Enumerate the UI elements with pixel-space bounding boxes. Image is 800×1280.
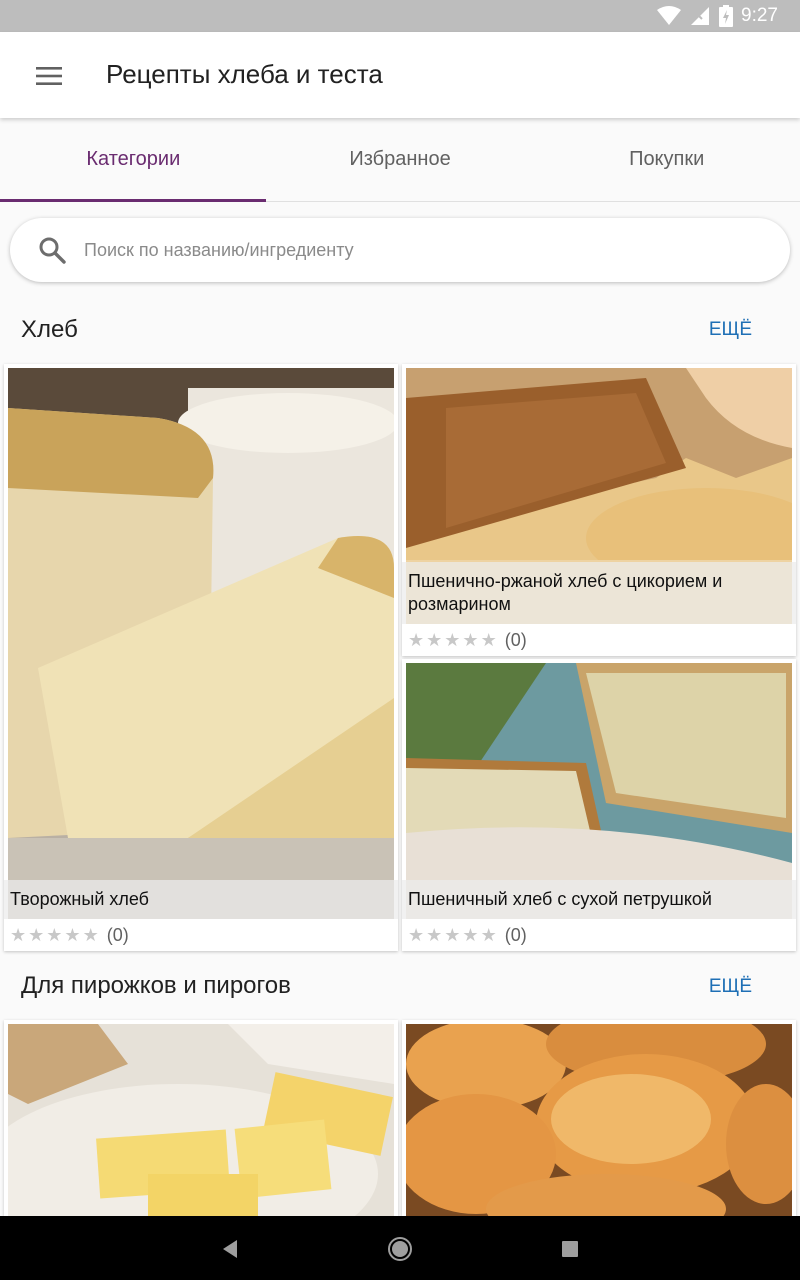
signal-icon	[691, 7, 710, 25]
recents-icon	[562, 1241, 578, 1257]
back-button[interactable]	[213, 1232, 247, 1266]
back-icon	[223, 1240, 237, 1258]
rating-count-2: (0)	[504, 629, 527, 650]
tab-categories[interactable]: Категории	[0, 118, 267, 201]
app-bar: Рецепты хлеба и теста	[0, 32, 800, 118]
star-icon: ★	[10, 925, 27, 945]
more-link-bread[interactable]: ЕЩЁ	[709, 319, 752, 341]
recipe-image-5	[406, 1024, 792, 1216]
home-button[interactable]	[383, 1232, 417, 1266]
tab-shopping-label: Покупки	[629, 148, 705, 170]
status-bar: 9:27	[0, 0, 800, 32]
recipe-title-3: Пшеничный хлеб с сухой петрушкой	[402, 880, 796, 919]
search-input[interactable]	[84, 232, 744, 268]
system-nav-bar	[0, 1216, 800, 1280]
recipe-title-2: Пшенично-ржаной хлеб с цикорием и розмар…	[402, 562, 796, 624]
rating-count-1: (0)	[106, 924, 129, 945]
recipe-card-5[interactable]	[402, 1020, 796, 1216]
star-icon: ★	[64, 925, 81, 945]
wifi-icon	[657, 6, 682, 25]
recipe-card-1[interactable]: Творожный хлеб ★ ★ ★ ★ ★ (0)	[4, 364, 398, 951]
recents-button[interactable]	[553, 1232, 587, 1266]
star-icon: ★	[46, 925, 63, 945]
tab-shopping[interactable]: Покупки	[533, 118, 800, 201]
star-icon: ★	[426, 925, 443, 945]
star-icon: ★	[480, 925, 497, 945]
star-icon: ★	[444, 630, 461, 650]
recipe-card-2[interactable]: Пшенично-ржаной хлеб с цикорием и розмар…	[402, 364, 796, 656]
search-bar[interactable]	[10, 218, 790, 282]
tab-categories-label: Категории	[86, 148, 181, 170]
tab-bar: Категории Избранное Покупки	[0, 118, 800, 202]
star-icon: ★	[444, 925, 461, 945]
app-title: Рецепты хлеба и теста	[106, 59, 383, 89]
recipe-image-4	[8, 1024, 394, 1216]
star-icon: ★	[28, 925, 45, 945]
menu-icon	[36, 67, 62, 85]
status-icons: 9:27	[657, 4, 778, 28]
star-icon: ★	[82, 925, 99, 945]
star-icon: ★	[462, 630, 479, 650]
battery-icon	[719, 5, 734, 27]
recipe-card-3[interactable]: Пшеничный хлеб с сухой петрушкой ★ ★ ★ ★…	[402, 659, 796, 951]
bread-photo-1	[8, 368, 394, 919]
more-link-pies[interactable]: ЕЩЁ	[709, 976, 752, 998]
star-icon: ★	[462, 925, 479, 945]
recipe-card-4[interactable]	[4, 1020, 398, 1216]
status-time: 9:27	[741, 5, 778, 26]
tab-indicator	[0, 199, 266, 202]
menu-button[interactable]	[24, 56, 74, 96]
rating-3: ★ ★ ★ ★ ★ (0)	[408, 923, 527, 947]
recipe-image-1	[8, 368, 394, 919]
star-icon: ★	[426, 630, 443, 650]
section-title-pies: Для пирожков и пирогов	[21, 972, 291, 999]
star-icon: ★	[480, 630, 497, 650]
star-icon: ★	[408, 630, 425, 650]
rating-count-3: (0)	[504, 924, 527, 945]
rating-1: ★ ★ ★ ★ ★ (0)	[10, 923, 129, 947]
home-icon	[388, 1237, 412, 1261]
section-title-bread: Хлеб	[21, 316, 78, 343]
dough-photo-4	[8, 1024, 394, 1216]
search-icon	[39, 237, 66, 264]
star-icon: ★	[408, 925, 425, 945]
rating-2: ★ ★ ★ ★ ★ (0)	[408, 628, 527, 652]
pies-photo-5	[406, 1024, 792, 1216]
tab-favorites[interactable]: Избранное	[267, 118, 534, 201]
recipe-title-1: Творожный хлеб	[4, 880, 398, 919]
tab-favorites-label: Избранное	[349, 148, 451, 170]
